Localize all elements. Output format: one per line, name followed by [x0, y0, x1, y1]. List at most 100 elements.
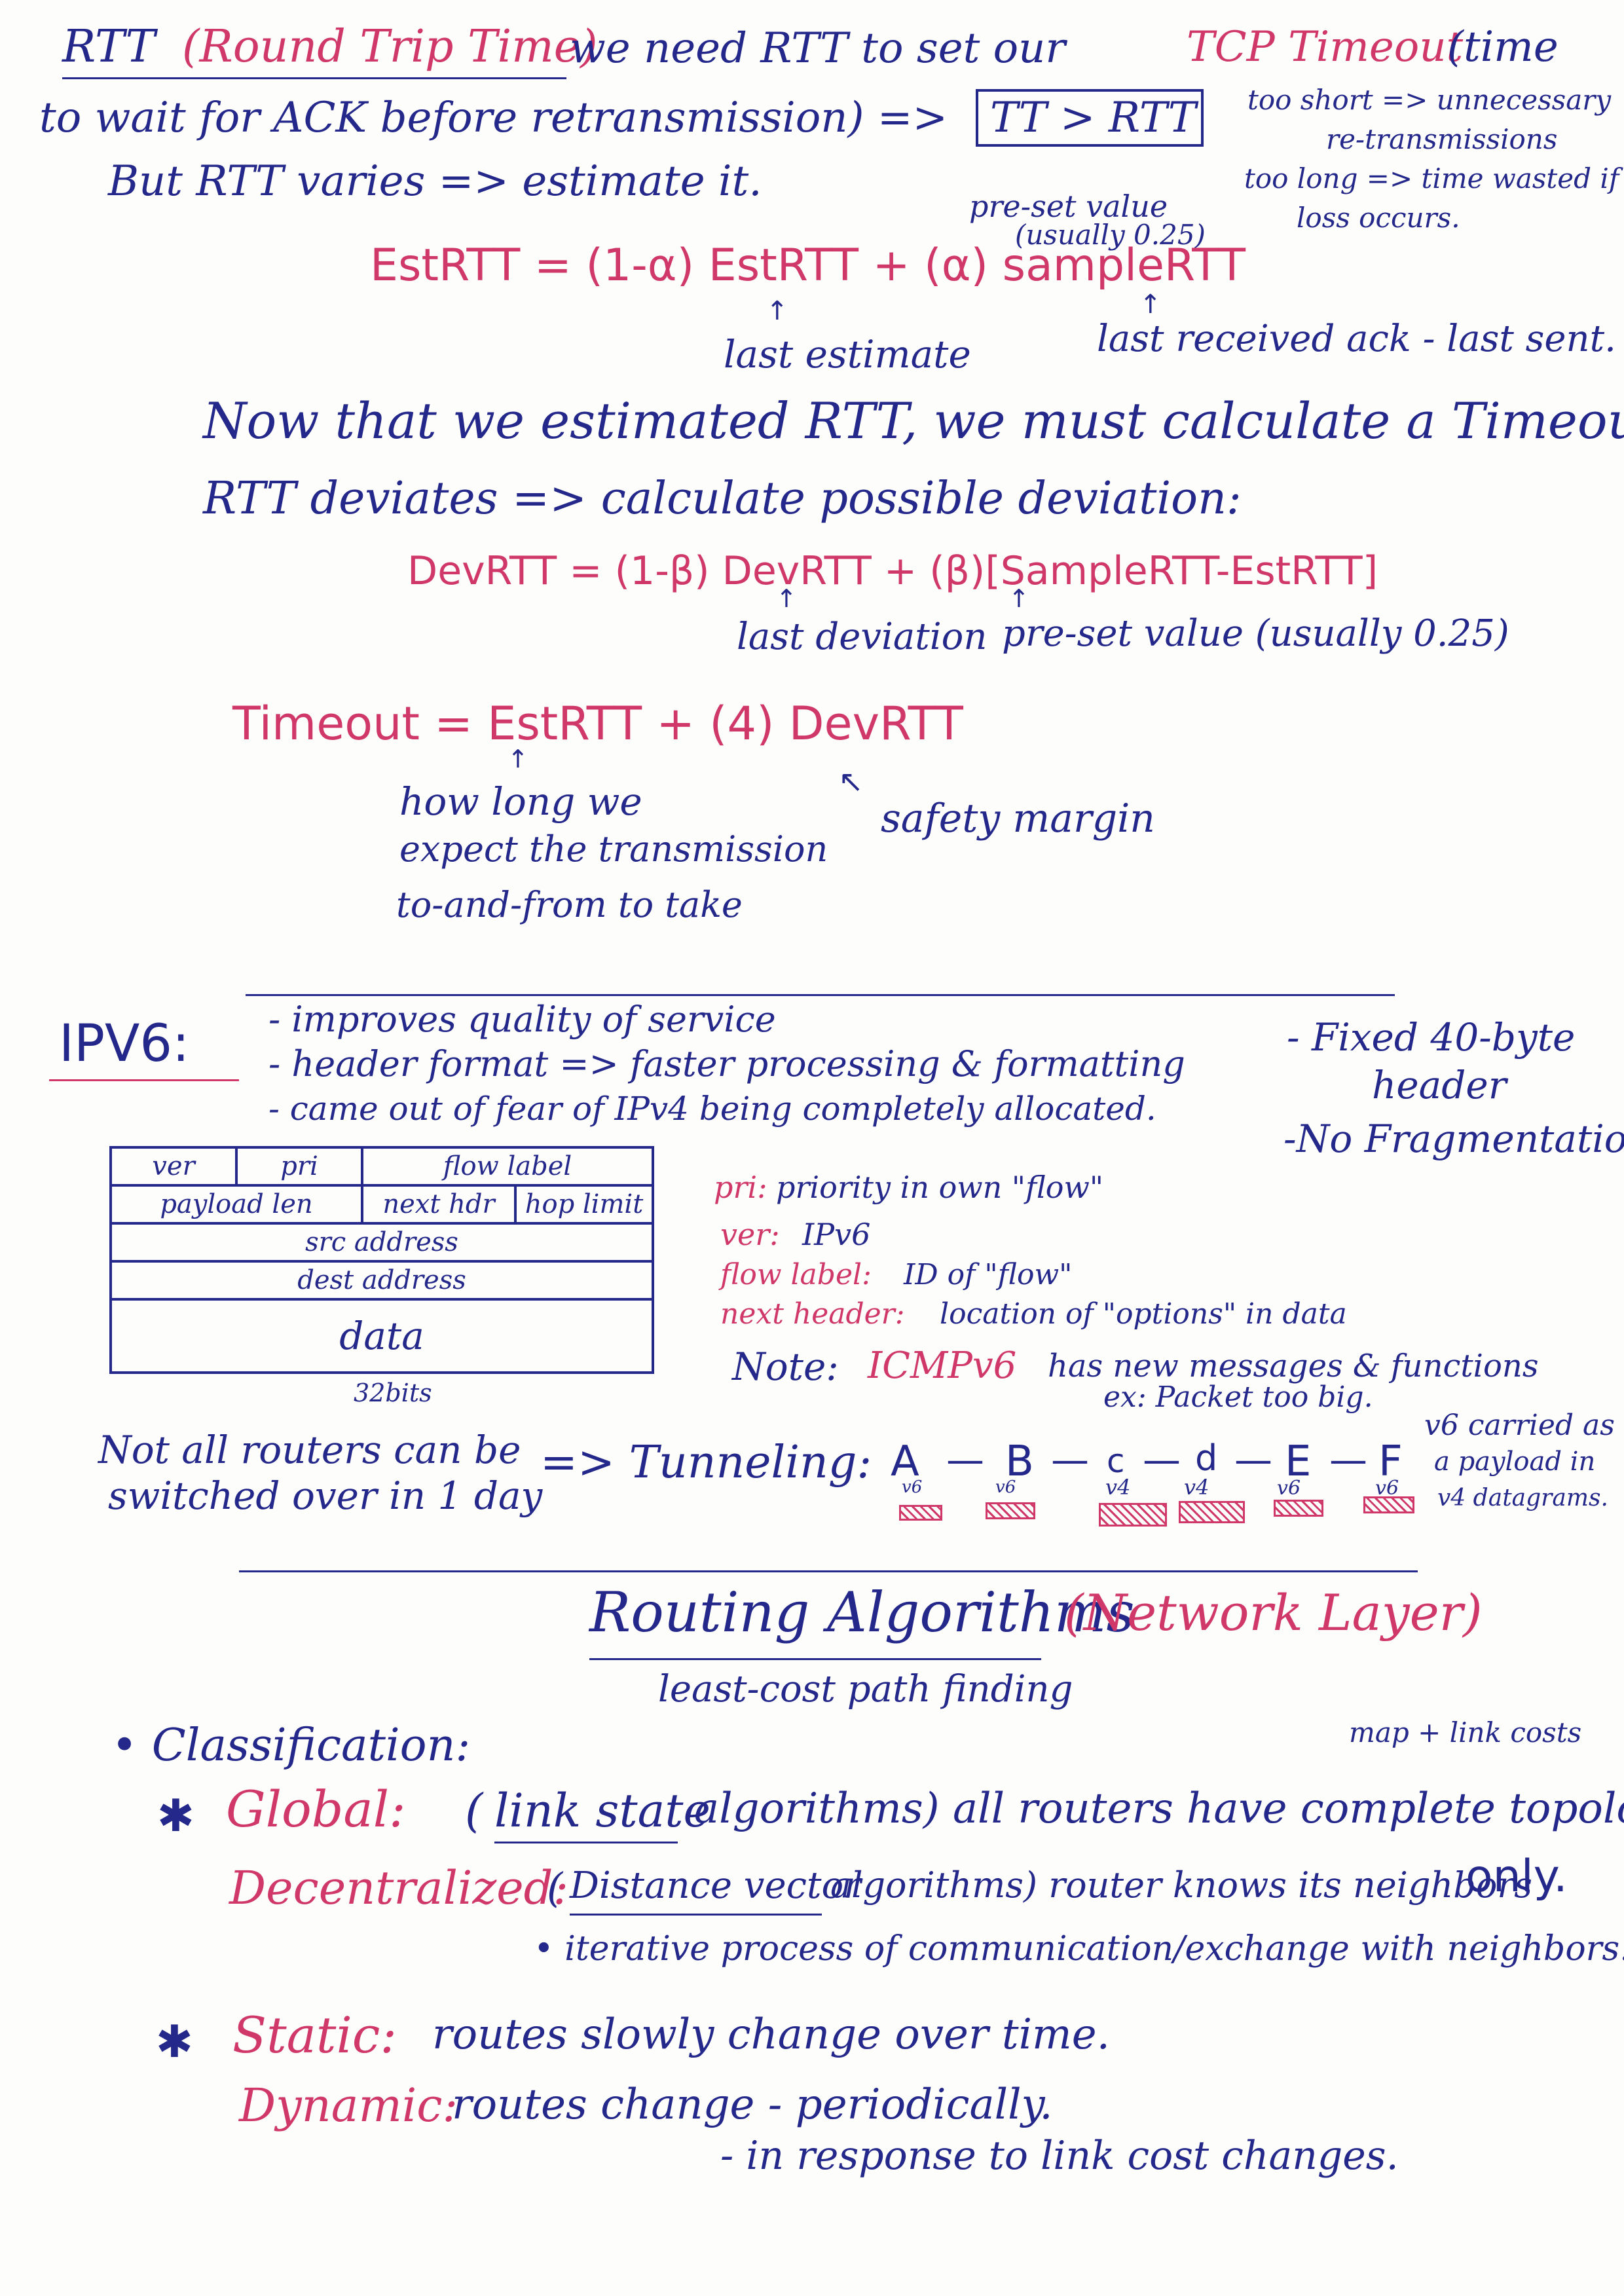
- tunnel-link-dash: —: [946, 1437, 984, 1482]
- ipv6-header-diagram: ver pri flow label payload len next hdr …: [109, 1146, 654, 1374]
- now-estimated-text: Now that we estimated RTT, we must calcu…: [203, 392, 1624, 450]
- note-label: Note:: [732, 1344, 839, 1389]
- time-open-paren: (time: [1447, 23, 1559, 71]
- dynamic-label: Dynamic:: [239, 2079, 458, 2132]
- routing-subtitle: least-cost path finding: [658, 1668, 1073, 1711]
- ipv6-bullet-quality: - improves quality of service: [268, 999, 776, 1040]
- ipv6-title: IPV6:: [59, 1014, 190, 1073]
- section-divider: [246, 994, 1395, 996]
- not-all-routers-text: Not all routers can be: [98, 1428, 521, 1472]
- tunnel-link-dash: —: [1234, 1437, 1272, 1482]
- decentralized-paren-open: (: [547, 1864, 563, 1912]
- rtt-title-paren: (Round Trip Time): [182, 21, 598, 73]
- ipv6-bullet-header: - header format => faster processing & f…: [268, 1043, 1185, 1084]
- arrow-up-left-icon: ↖: [838, 764, 864, 799]
- preset-dev-label: pre-set value (usually 0.25): [1002, 612, 1509, 655]
- tunnel-ver-e: v6: [1277, 1477, 1301, 1500]
- tunnel-ver-a: v6: [902, 1477, 923, 1497]
- classification-heading: • Classification:: [111, 1720, 471, 1771]
- global-label: Global:: [226, 1780, 406, 1838]
- tt-rtt-text: TT > RTT: [990, 94, 1196, 142]
- preset-value-label: pre-set value: [969, 189, 1168, 224]
- ipv6-bullet-fear: - came out of fear of IPv4 being complet…: [268, 1090, 1156, 1128]
- static-label: Static:: [232, 2006, 397, 2064]
- too-short-text: too short => unnecessary: [1247, 84, 1612, 116]
- dynamic-response-text: - in response to link cost changes.: [720, 2133, 1399, 2179]
- safety-margin-label: safety margin: [881, 796, 1155, 842]
- arrow-up-icon: ↑: [776, 584, 797, 613]
- retransmissions-text: re-transmissions: [1326, 123, 1558, 155]
- routing-title-underline: [589, 1658, 1041, 1660]
- note-rest: has new messages & functions: [1048, 1348, 1539, 1384]
- tunnel-ver-b: v6: [995, 1477, 1016, 1497]
- routing-title: Routing Algorithms: [589, 1580, 1135, 1644]
- def-desc-pri: priority in own "flow": [776, 1170, 1103, 1205]
- star-bullet-icon: ✱: [157, 1790, 194, 1842]
- def-desc-flow-label: ID of "flow": [904, 1258, 1073, 1291]
- field-payload-len: payload len: [109, 1184, 363, 1225]
- def-term-flow-label: flow label:: [720, 1258, 872, 1291]
- map-link-costs-note: map + link costs: [1349, 1716, 1582, 1749]
- field-next-hdr: next hdr: [361, 1184, 517, 1225]
- iterative-process-text: • iterative process of communication/exc…: [534, 1929, 1624, 1969]
- dynamic-description: routes change - periodically.: [452, 2081, 1053, 2129]
- tunnel-ver-c: v4: [1105, 1475, 1131, 1500]
- est-rtt-formula: EstRTT = (1-α) EstRTT + (α) sampleRTT: [370, 240, 1246, 291]
- global-description: algorithms) all routers have complete to…: [694, 1785, 1624, 1833]
- tunnel-node-b: B: [1005, 1437, 1034, 1486]
- def-term-ver: ver:: [720, 1217, 780, 1252]
- arrow-up-icon: ↑: [507, 745, 528, 773]
- no-fragmentation-text: -No Fragmentation: [1283, 1117, 1624, 1161]
- ack-wait-text: to wait for ACK before retransmission) =…: [39, 94, 948, 142]
- v6-packet-icon: [899, 1505, 942, 1521]
- last-received-label: last received ack - last sent.: [1097, 318, 1616, 360]
- tcp-timeout-term: TCP Timeout: [1187, 23, 1464, 71]
- decentralized-label: Decentralized:: [229, 1861, 569, 1915]
- static-description: routes slowly change over time.: [432, 2010, 1110, 2059]
- rtt-deviates-text: RTT deviates => calculate possible devia…: [203, 473, 1242, 525]
- def-term-next-header: next header:: [720, 1297, 905, 1331]
- arrow-up-icon: ↑: [1008, 584, 1029, 613]
- dev-rtt-formula: DevRTT = (1-β) DevRTT + (β)[SampleRTT-Es…: [407, 548, 1378, 594]
- note-icmpv6: ICMPv6: [868, 1344, 1017, 1387]
- tunnel-link-dash: —: [1143, 1437, 1181, 1482]
- arrow-up-icon: ↑: [766, 296, 788, 326]
- def-desc-ver: IPv6: [802, 1217, 871, 1252]
- v6-carried-text: v6 carried as: [1424, 1409, 1615, 1442]
- field-dest-address: dest address: [109, 1260, 654, 1301]
- distance-vector-underline: [570, 1914, 822, 1916]
- note-example: ex: Packet too big.: [1103, 1380, 1373, 1414]
- v4-packet-icon: [1099, 1503, 1167, 1527]
- tunnel-link-dash: —: [1329, 1437, 1367, 1482]
- v6-packet-icon: [1363, 1496, 1414, 1513]
- link-state-underline: [494, 1842, 678, 1843]
- v6-payload-text: a payload in: [1434, 1447, 1596, 1477]
- arrow-up-icon: ↑: [1139, 289, 1162, 320]
- loss-occurs-text: loss occurs.: [1297, 202, 1460, 234]
- def-term-pri: pri:: [714, 1170, 767, 1205]
- routing-title-paren: (Network Layer): [1064, 1583, 1483, 1642]
- how-long-label: how long we: [399, 779, 642, 824]
- decentralized-description: algorithms) router knows its neighbors: [830, 1864, 1532, 1906]
- field-data: data: [109, 1298, 654, 1374]
- field-ver: ver: [109, 1146, 238, 1187]
- star-bullet-icon: ✱: [156, 2016, 193, 2068]
- only-emphasis: only.: [1466, 1851, 1568, 1902]
- last-deviation-label: last deviation: [737, 616, 987, 658]
- too-long-text: too long => time wasted if: [1244, 162, 1619, 194]
- timeout-formula: Timeout = EstRTT + (4) DevRTT: [232, 697, 963, 750]
- rtt-varies-text: But RTT varies => estimate it.: [108, 157, 762, 206]
- distance-vector-term: Distance vector: [570, 1864, 861, 1907]
- field-src-address: src address: [109, 1222, 654, 1263]
- link-state-term: link state: [494, 1784, 710, 1838]
- tunnel-ver-d: v4: [1184, 1475, 1209, 1500]
- tunnel-link-dash: —: [1051, 1437, 1089, 1482]
- last-estimate-label: last estimate: [724, 332, 971, 377]
- rtt-title-underline: [62, 77, 566, 79]
- expect-transmission-label: expect the transmission: [399, 828, 828, 870]
- rtt-intro-text: we need RTT to set our: [570, 24, 1065, 73]
- v4-packet-icon: [1179, 1501, 1245, 1523]
- rtt-title: RTT: [62, 21, 155, 73]
- header-text: header: [1372, 1063, 1507, 1107]
- header-width-label: 32bits: [354, 1379, 432, 1407]
